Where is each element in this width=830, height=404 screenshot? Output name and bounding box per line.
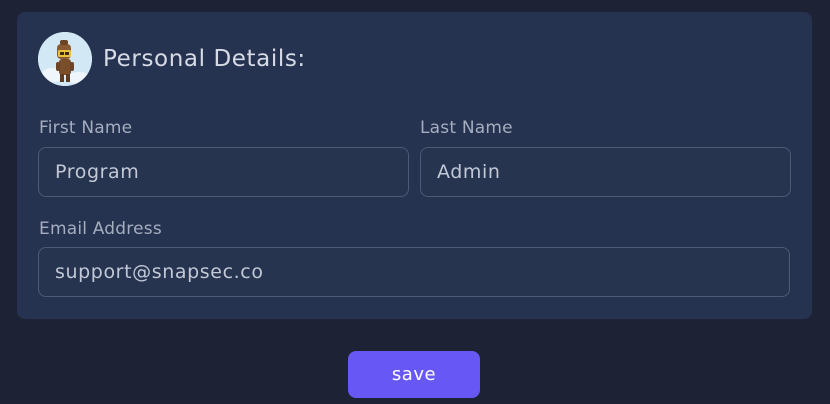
avatar [38,32,92,86]
email-label: Email Address [39,219,162,239]
save-button[interactable]: save [348,351,480,398]
first-name-field[interactable]: Program [38,147,409,197]
email-field[interactable]: support@snapsec.co [38,247,790,297]
last-name-field[interactable]: Admin [420,147,791,197]
robot-avatar-icon [38,32,92,86]
page-title: Personal Details: [103,45,306,72]
last-name-label: Last Name [420,118,513,138]
personal-details-card: Personal Details: First Name Program Las… [17,12,812,319]
first-name-label: First Name [39,118,133,138]
section-header: Personal Details: [38,32,306,86]
